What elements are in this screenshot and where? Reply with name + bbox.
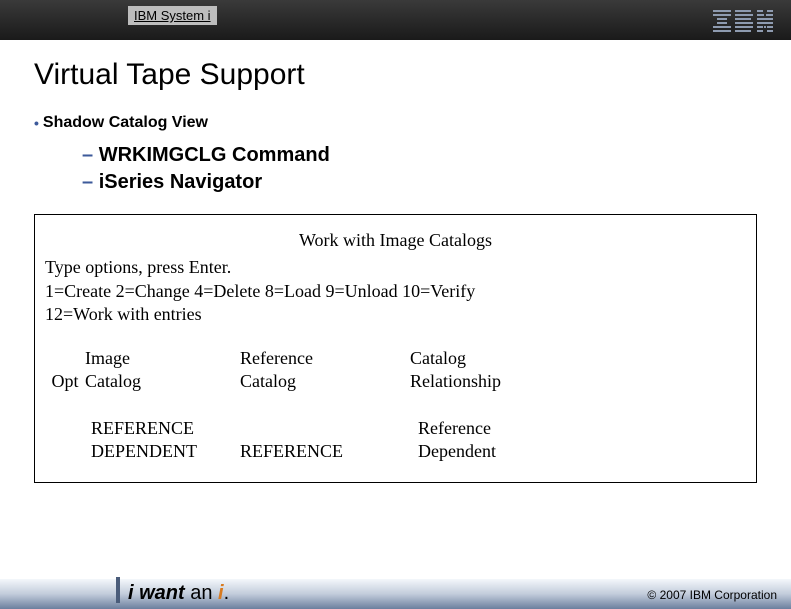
tagline-dot: .	[224, 582, 230, 604]
cell-r2-image: DEPENDENT	[91, 440, 240, 463]
screen-options-line1: 1=Create 2=Change 4=Delete 8=Load 9=Unlo…	[45, 280, 746, 303]
sub-bullet-a-text: WRKIMGCLG Command	[99, 144, 330, 166]
screen-options-line2: 12=Work with entries	[45, 303, 746, 326]
screen-title: Work with Image Catalogs	[45, 229, 746, 252]
footer-copyright: © 2007 IBM Corporation	[647, 588, 777, 602]
bullet-main: •Shadow Catalog View	[34, 114, 757, 132]
sub-bullet-b-text: iSeries Navigator	[99, 171, 262, 193]
col-header-image-l1: Image	[85, 347, 240, 370]
dash-icon: –	[82, 144, 99, 166]
terminal-screen: Work with Image Catalogs Type options, p…	[34, 214, 757, 483]
cell-r2-rel: Dependent	[418, 440, 610, 463]
col-header-ref-l2: Catalog	[240, 370, 410, 393]
sub-bullet-a: – WRKIMGCLG Command	[82, 142, 757, 169]
col-header-image-l2: Catalog	[85, 370, 240, 393]
col-header-opt-blank	[45, 347, 85, 370]
product-line-label: IBM System i	[128, 6, 217, 25]
sub-bullet-b: – iSeries Navigator	[82, 169, 757, 196]
column-headers: Opt Image Catalog Reference Catalog Cata…	[45, 347, 746, 394]
col-header-opt: Opt	[45, 370, 85, 393]
dash-icon: –	[82, 171, 99, 193]
bullet-main-text: Shadow Catalog View	[43, 114, 208, 131]
sub-bullet-list: – WRKIMGCLG Command – iSeries Navigator	[82, 142, 757, 196]
footer: i want an i. © 2007 IBM Corporation	[0, 571, 791, 609]
ibm-logo	[713, 10, 773, 32]
footer-tagline: i want an i.	[128, 582, 229, 605]
cell-r1-image: REFERENCE	[91, 417, 240, 440]
cell-r2-ref: REFERENCE	[240, 440, 410, 463]
col-header-ref-l1: Reference	[240, 347, 410, 370]
slide-title: Virtual Tape Support	[34, 58, 757, 92]
slide-body: Virtual Tape Support •Shadow Catalog Vie…	[0, 40, 791, 483]
tagline-plain: an	[185, 582, 218, 604]
cell-r1-rel: Reference	[418, 417, 610, 440]
screen-instruction: Type options, press Enter.	[45, 256, 746, 279]
cell-r1-ref	[240, 417, 410, 440]
col-header-rel-l2: Relationship	[410, 370, 610, 393]
header-band: IBM System i	[0, 0, 791, 40]
bullet-dot-icon: •	[34, 115, 39, 131]
tagline-bold: i want	[128, 582, 185, 604]
data-rows: REFERENCE DEPENDENT REFERENCE Reference …	[45, 417, 746, 462]
footer-marker-icon	[116, 577, 120, 603]
col-header-rel-l1: Catalog	[410, 347, 610, 370]
